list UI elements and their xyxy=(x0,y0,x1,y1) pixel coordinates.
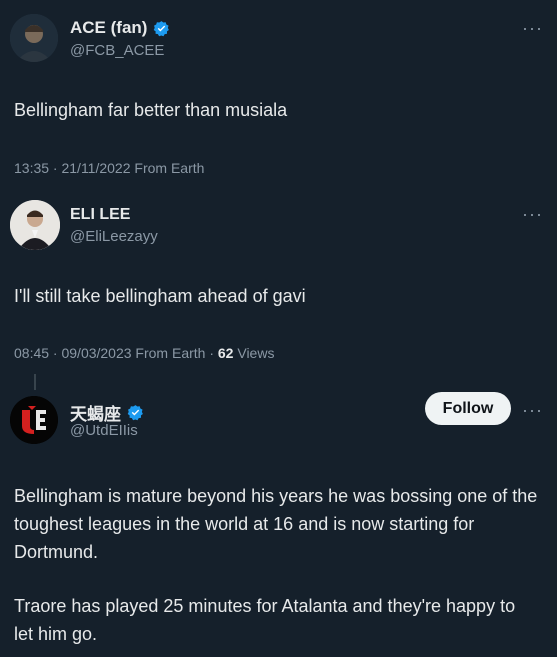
tweet-timestamp[interactable]: 13:35 · 21/11/2022 From Earth xyxy=(14,160,204,176)
username[interactable]: @UtdEIIis xyxy=(70,422,138,439)
avatar[interactable] xyxy=(10,396,58,444)
more-options-icon[interactable]: ··· xyxy=(522,18,543,39)
avatar[interactable] xyxy=(10,14,58,62)
avatar-photo-icon xyxy=(10,200,60,250)
display-name[interactable]: ELI LEE xyxy=(70,206,130,224)
thread-connector xyxy=(34,374,36,390)
views-count: 62 xyxy=(217,345,234,361)
more-options-icon[interactable]: ··· xyxy=(522,400,543,421)
follow-button[interactable]: Follow xyxy=(425,392,511,425)
verified-badge-icon xyxy=(127,405,143,421)
avatar[interactable] xyxy=(10,200,60,250)
username[interactable]: @FCB_ACEE xyxy=(70,42,164,59)
tweet-text-paragraph-1: Bellingham is mature beyond his years he… xyxy=(14,486,538,562)
views-label: Views xyxy=(233,345,275,361)
username[interactable]: @EliLeezayy xyxy=(70,228,158,245)
timestamp-text: 08:45 · 09/03/2023 From Earth · xyxy=(14,345,218,361)
verified-badge-icon xyxy=(154,20,170,36)
tweet-text-paragraph-2: Traore has played 25 minutes for Atalant… xyxy=(14,596,516,644)
avatar-photo-icon xyxy=(10,14,58,62)
tweet-timestamp[interactable]: 08:45 · 09/03/2023 From Earth · 62 Views xyxy=(14,345,274,361)
more-options-icon[interactable]: ··· xyxy=(522,204,543,225)
display-name[interactable]: ACE (fan) xyxy=(70,18,147,38)
united-crest-icon xyxy=(10,396,58,444)
tweet-text: Bellingham far better than musiala xyxy=(14,100,288,120)
tweet-text: I'll still take bellingham ahead of gavi xyxy=(14,286,306,306)
